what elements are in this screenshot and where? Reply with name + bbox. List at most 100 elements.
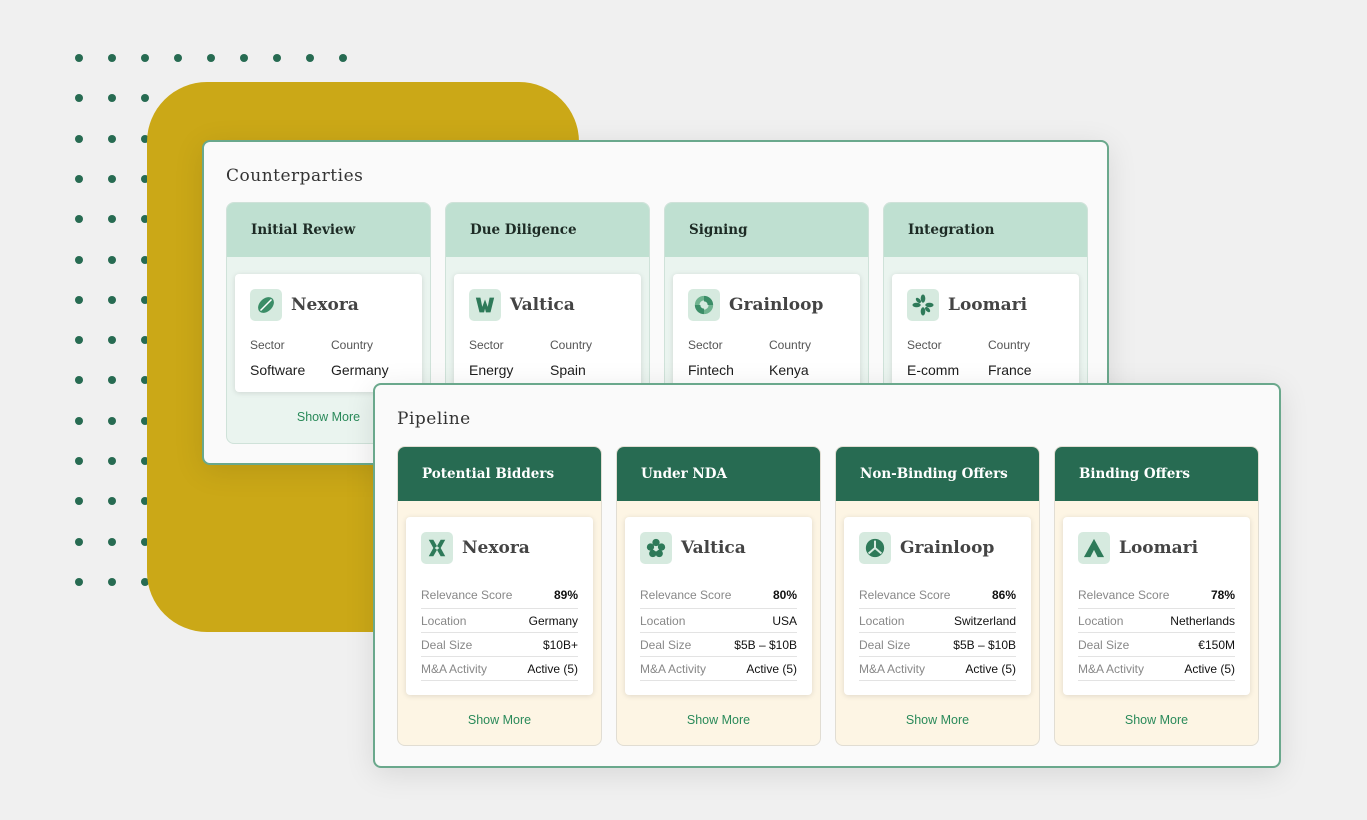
decor-dot	[75, 497, 83, 506]
w-mark-icon	[469, 289, 501, 321]
row-value: Active (5)	[965, 661, 1016, 676]
decor-dot	[75, 215, 83, 224]
decor-dot	[75, 577, 83, 586]
row-label: M&A Activity	[1078, 661, 1145, 676]
row-label: Location	[1078, 613, 1124, 628]
decor-dot	[75, 336, 83, 345]
decor-dot	[108, 537, 116, 546]
sector-label: Sector	[907, 338, 942, 352]
decor-dot	[75, 94, 83, 103]
decor-dot	[75, 376, 83, 385]
company-name: Nexora	[291, 295, 359, 315]
decor-dot	[174, 54, 182, 62]
decor-dot	[306, 54, 314, 62]
diamond-chain-icon	[421, 532, 453, 564]
company-card[interactable]: Nexora Relevance Score 89% Location German…	[406, 517, 593, 695]
decor-dot	[108, 336, 116, 345]
swirl-icon	[688, 289, 720, 321]
company-card[interactable]: Loomari Relevance Score 78% Location Nethe…	[1063, 517, 1250, 695]
panel-title: Counterparties	[226, 166, 364, 186]
decor-dot	[75, 255, 83, 264]
decor-dot	[108, 376, 116, 385]
row-label: Location	[859, 613, 905, 628]
details-list: Relevance Score 86% Location Switzerland D…	[859, 581, 1016, 681]
flower-icon	[640, 532, 672, 564]
decor-dot	[108, 54, 116, 62]
stage-column: Binding Offers Loomari Relevance Score 78…	[1054, 446, 1259, 746]
stage-header: Initial Review	[227, 203, 430, 257]
company-name: Valtica	[510, 295, 575, 315]
company-name: Grainloop	[729, 295, 824, 315]
decor-dot	[339, 54, 347, 62]
stage-header: Under NDA	[617, 447, 820, 501]
company-name: Grainloop	[900, 538, 995, 558]
country-label: Country	[550, 338, 593, 352]
stage-column: Non-Binding Offers Grainloop Relevance S…	[835, 446, 1040, 746]
row-value: 89%	[553, 587, 578, 602]
stage-header: Non-Binding Offers	[836, 447, 1039, 501]
tri-leaf-icon	[859, 532, 891, 564]
sector-value: Energy	[469, 362, 514, 378]
company-name: Loomari	[948, 295, 1028, 315]
company-card[interactable]: Loomari Sector Country E-comm France	[892, 274, 1079, 392]
show-more-link[interactable]: Show More	[617, 713, 820, 727]
stage-header: Due Diligence	[446, 203, 649, 257]
stage-header: Binding Offers	[1055, 447, 1258, 501]
stage-header: Signing	[665, 203, 868, 257]
company-card[interactable]: Nexora Sector Country Software Germany	[235, 274, 422, 392]
row-value: Active (5)	[746, 661, 797, 676]
decor-dot	[75, 416, 83, 425]
show-more-link[interactable]: Show More	[836, 713, 1039, 727]
row-label: M&A Activity	[640, 661, 707, 676]
row-label: Relevance Score	[859, 587, 951, 602]
row-value: Active (5)	[1184, 661, 1235, 676]
company-card[interactable]: Valtica Sector Country Energy Spain	[454, 274, 641, 392]
stage-column: Under NDA Valtica Relevance Score 80% Loc…	[616, 446, 821, 746]
stage-header: Integration	[884, 203, 1087, 257]
row-label: Relevance Score	[421, 587, 513, 602]
row-label: Deal Size	[640, 637, 692, 652]
decor-dot	[141, 94, 149, 103]
country-label: Country	[769, 338, 812, 352]
row-value: USA	[772, 613, 797, 628]
company-card[interactable]: Grainloop Relevance Score 86% Location Swi…	[844, 517, 1031, 695]
country-value: Kenya	[769, 362, 809, 378]
sector-label: Sector	[688, 338, 723, 352]
company-card[interactable]: Valtica Relevance Score 80% Location USA D…	[625, 517, 812, 695]
country-value: France	[988, 362, 1032, 378]
row-label: Location	[640, 613, 686, 628]
row-label: Relevance Score	[640, 587, 732, 602]
row-label: M&A Activity	[421, 661, 488, 676]
decor-dot	[108, 457, 116, 465]
decor-dot	[108, 416, 116, 425]
row-label: Location	[421, 613, 467, 628]
row-value: Germany	[528, 613, 578, 628]
mountain-icon	[1078, 532, 1110, 564]
details-list: Relevance Score 80% Location USA Deal Size…	[640, 581, 797, 681]
decor-dot	[108, 295, 116, 304]
row-value: Netherlands	[1170, 613, 1235, 628]
row-label: Deal Size	[859, 637, 911, 652]
company-name: Nexora	[462, 538, 530, 558]
company-card[interactable]: Grainloop Sector Country Fintech Kenya	[673, 274, 860, 392]
leaf-icon	[250, 289, 282, 321]
company-name: Valtica	[681, 538, 746, 558]
show-more-link[interactable]: Show More	[398, 713, 601, 727]
decor-dot	[141, 54, 149, 62]
decor-dot	[108, 174, 116, 183]
decor-dot	[240, 54, 248, 62]
panel-title: Pipeline	[397, 409, 471, 429]
decor-dot	[75, 457, 83, 465]
details-list: Relevance Score 89% Location Germany Deal …	[421, 581, 578, 681]
country-value: Germany	[331, 362, 389, 378]
decor-dot	[75, 537, 83, 546]
decor-dot	[108, 94, 116, 103]
details-list: Relevance Score 78% Location Netherlands D…	[1078, 581, 1235, 681]
country-label: Country	[988, 338, 1031, 352]
sector-value: E-comm	[907, 362, 960, 378]
row-value: Switzerland	[953, 613, 1016, 628]
sector-label: Sector	[469, 338, 504, 352]
row-value: 80%	[772, 587, 797, 602]
row-value: 86%	[991, 587, 1016, 602]
show-more-link[interactable]: Show More	[1055, 713, 1258, 727]
